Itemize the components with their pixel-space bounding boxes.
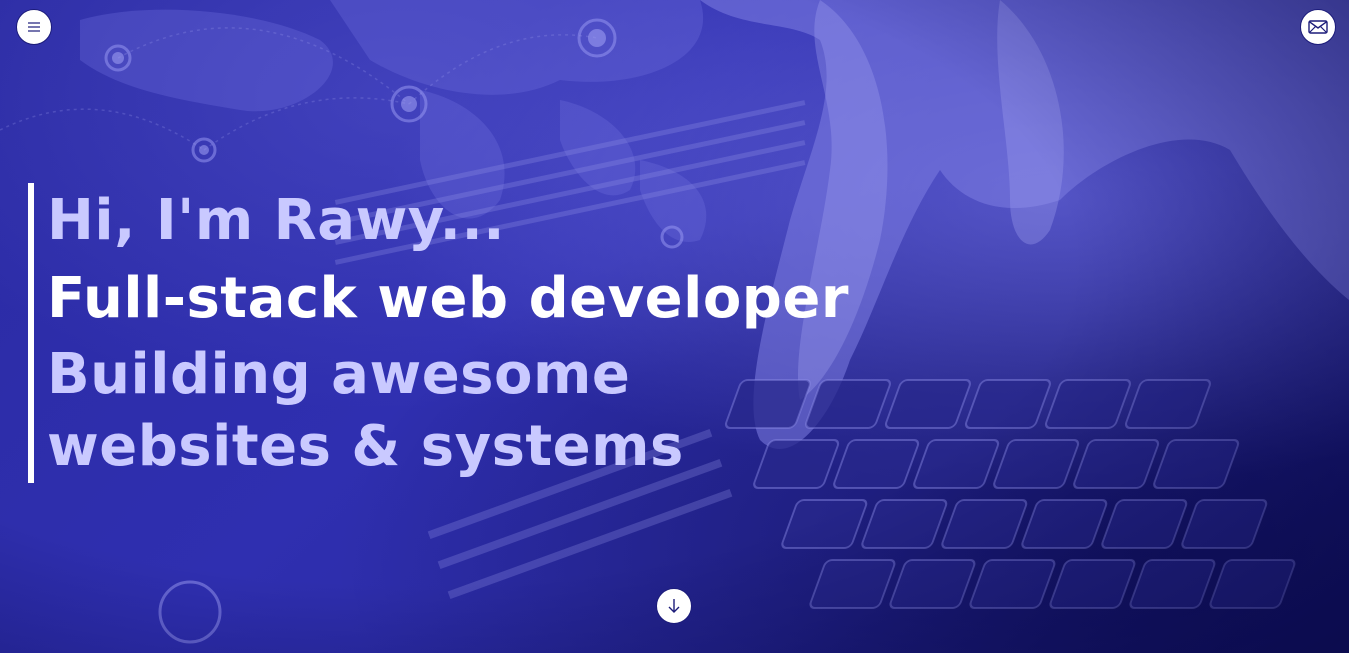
menu-button[interactable] (16, 9, 52, 45)
greeting-heading: Hi, I'm Rawy... (47, 188, 505, 253)
arrow-down-icon (668, 599, 680, 613)
role-heading: Full-stack web developer (47, 266, 849, 331)
intro-block: Hi, I'm Rawy... Full-stack web developer… (28, 183, 928, 483)
hero-section: Hi, I'm Rawy... Full-stack web developer… (0, 0, 1349, 653)
hamburger-icon (28, 22, 40, 32)
contact-button[interactable] (1300, 9, 1336, 45)
scroll-down-button[interactable] (656, 588, 692, 624)
envelope-icon (1308, 20, 1328, 34)
tagline-heading: Building awesome websites & systems (47, 342, 684, 479)
